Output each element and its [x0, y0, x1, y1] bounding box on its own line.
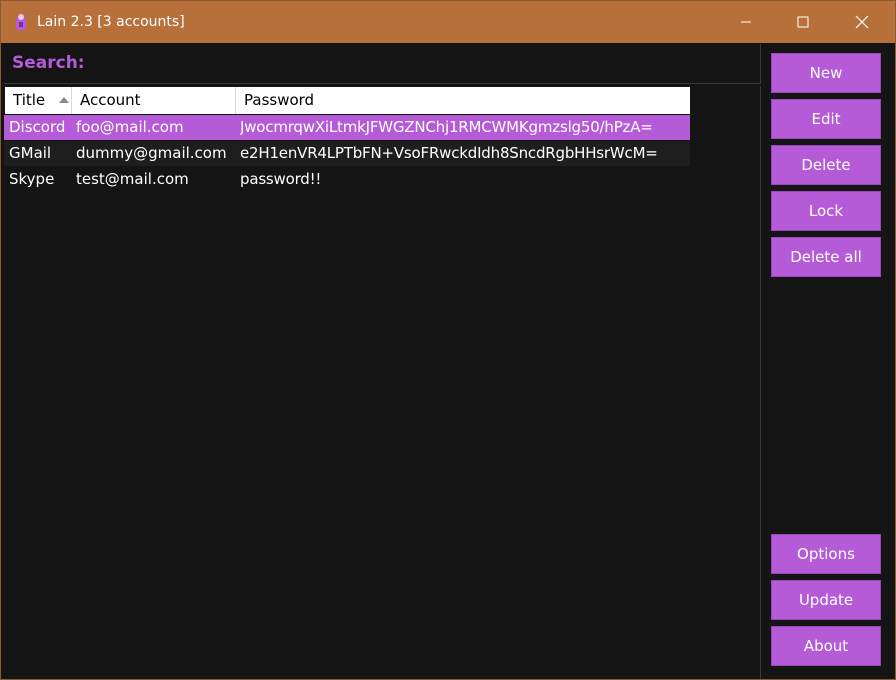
cell-title: Skype [9, 170, 55, 188]
search-input[interactable] [84, 50, 748, 78]
cell-account: test@mail.com [76, 170, 189, 188]
cell-password: password!! [240, 170, 322, 188]
table-row[interactable]: Skype test@mail.com password!! [4, 167, 690, 192]
cell-account: dummy@gmail.com [76, 144, 227, 162]
minimize-icon [741, 21, 751, 23]
maximize-button[interactable] [774, 1, 832, 43]
lain-app-icon [16, 14, 26, 30]
column-header-account[interactable]: Account [72, 87, 236, 114]
delete-all-button[interactable]: Delete all [771, 237, 881, 277]
cell-account: foo@mail.com [76, 118, 184, 136]
cell-password: e2H1enVR4LPTbFN+VsoFRwckdIdh8SncdRgbHHsr… [240, 144, 658, 162]
column-header-label: Password [244, 91, 315, 109]
accounts-table: Title Account Password Discord foo@mail.… [4, 86, 761, 679]
app-window: Lain 2.3 [3 accounts] Search: Title Acco… [0, 0, 896, 680]
edit-button[interactable]: Edit [771, 99, 881, 139]
delete-button[interactable]: Delete [771, 145, 881, 185]
column-header-password[interactable]: Password [236, 87, 690, 114]
search-bar: Search: [4, 44, 761, 84]
options-button[interactable]: Options [771, 534, 881, 574]
column-header-title[interactable]: Title [5, 87, 72, 114]
minimize-button[interactable] [717, 1, 775, 43]
about-button[interactable]: About [771, 626, 881, 666]
table-row[interactable]: GMail dummy@gmail.com e2H1enVR4LPTbFN+Vs… [4, 141, 690, 166]
search-label: Search: [12, 53, 85, 73]
lock-button[interactable]: Lock [771, 191, 881, 231]
maximize-icon [797, 16, 809, 28]
cell-title: GMail [9, 144, 52, 162]
close-button[interactable] [833, 1, 891, 43]
cell-title: Discord [9, 118, 66, 136]
close-icon [855, 15, 869, 29]
action-sidebar: New Edit Delete Lock Delete all Options … [762, 44, 895, 679]
table-row[interactable]: Discord foo@mail.com JwocmrqwXiLtmkJFWGZ… [4, 115, 690, 140]
sort-ascending-icon [59, 97, 69, 103]
table-header: Title Account Password [5, 87, 690, 114]
new-button[interactable]: New [771, 53, 881, 93]
cell-password: JwocmrqwXiLtmkJFWGZNChj1RMCWMKgmzslg50/h… [240, 118, 653, 136]
update-button[interactable]: Update [771, 580, 881, 620]
window-title: Lain 2.3 [3 accounts] [37, 14, 185, 30]
column-header-label: Account [80, 91, 141, 109]
column-header-label: Title [13, 91, 46, 109]
title-bar[interactable]: Lain 2.3 [3 accounts] [1, 1, 895, 43]
